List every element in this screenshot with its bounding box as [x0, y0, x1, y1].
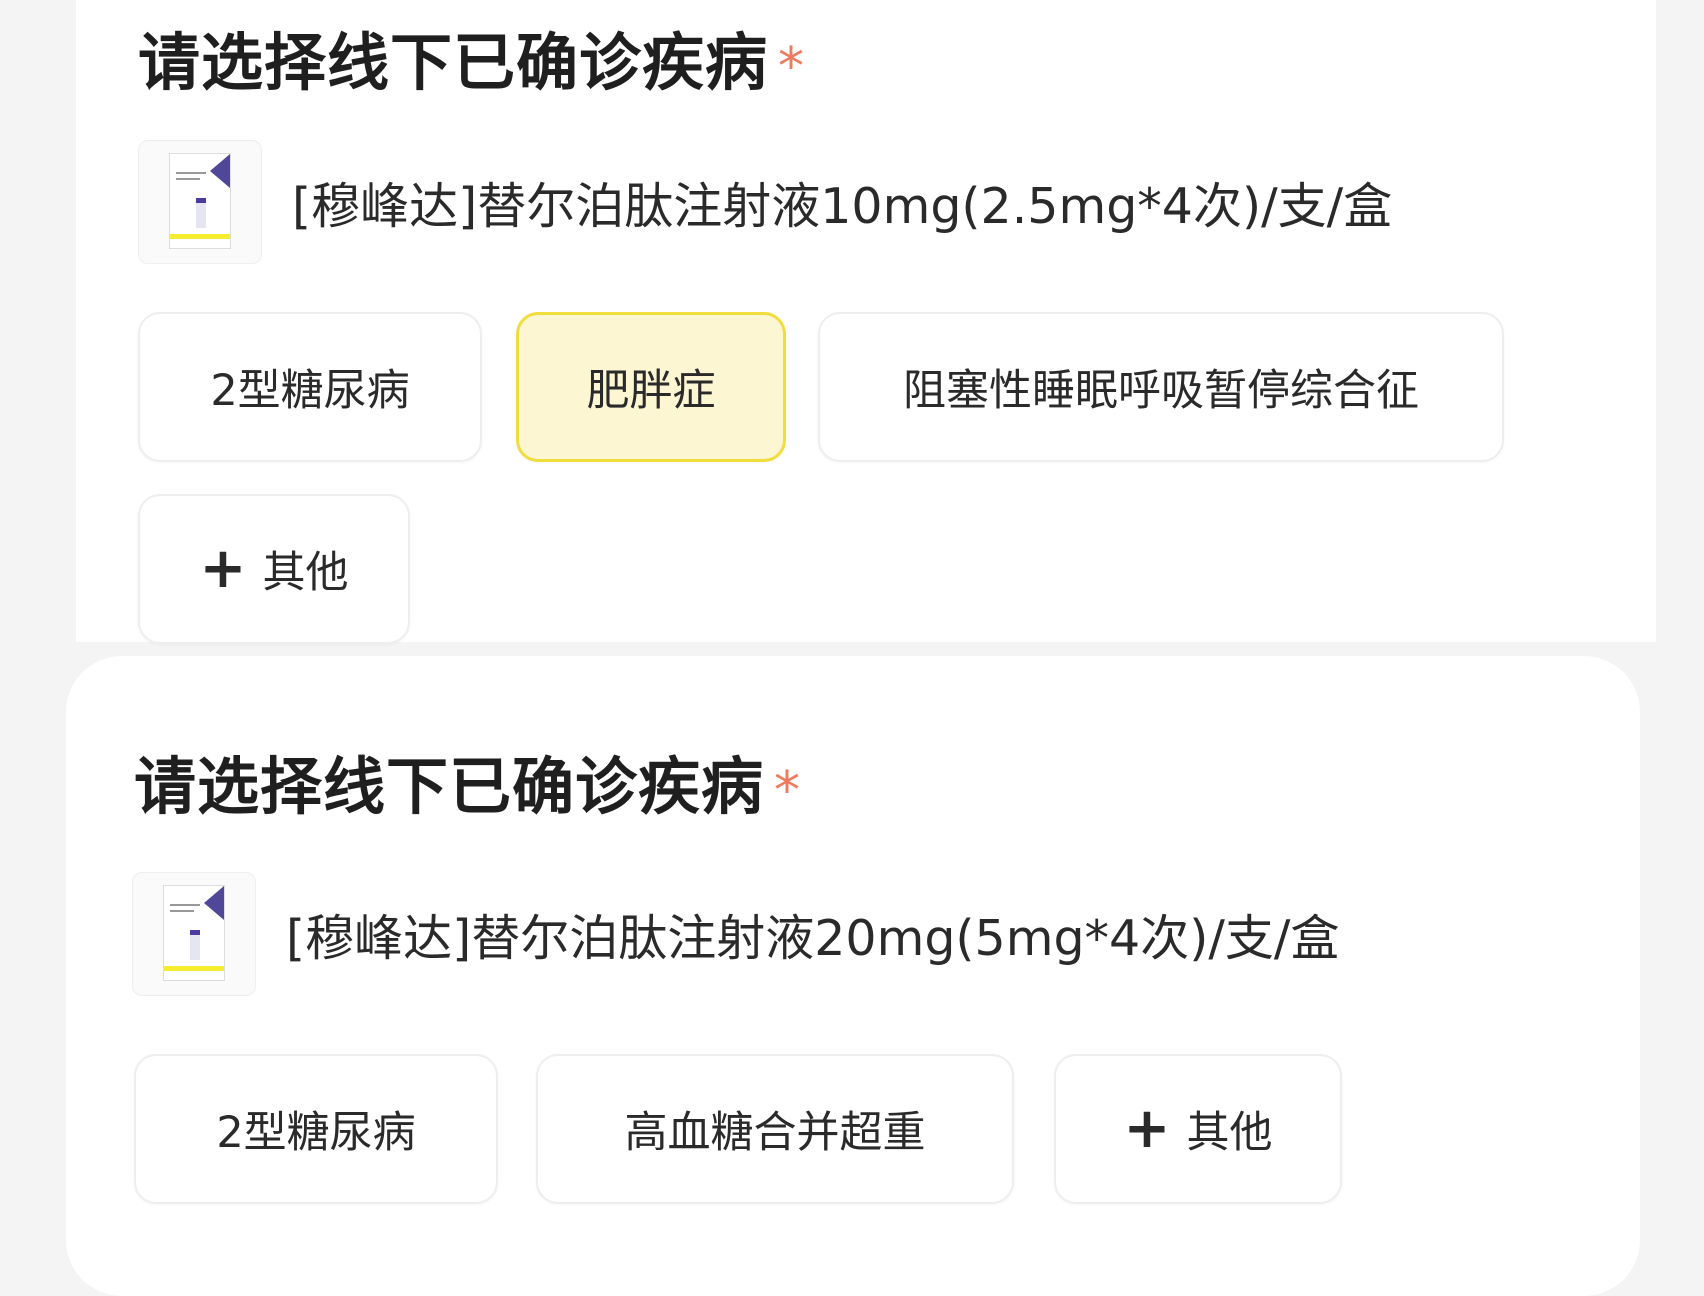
option-label: 肥胖症	[586, 366, 716, 416]
plus-icon: +	[199, 536, 247, 601]
option-other-button[interactable]: + 其他	[1054, 1054, 1342, 1204]
option-other-button[interactable]: + 其他	[138, 494, 410, 644]
option-hyperglycemia-overweight[interactable]: 高血糖合并超重	[536, 1054, 1014, 1204]
product-row: [穆峰达]替尔泊肽注射液10mg(2.5mg*4次)/支/盒	[138, 140, 1392, 264]
disease-card-20mg: 请选择线下已确诊疾病 * [穆峰达]替尔泊肽注射液20mg(5mg*4次)/支/盒…	[66, 656, 1640, 1296]
section-title: 请选择线下已确诊疾病 *	[134, 736, 801, 826]
option-obesity[interactable]: 肥胖症	[516, 312, 786, 462]
option-label: 其他	[262, 548, 349, 598]
option-label: 2型糖尿病	[210, 366, 410, 416]
disease-card-10mg: 请选择线下已确诊疾病 * [穆峰达]替尔泊肽注射液10mg(2.5mg*4次)/支…	[76, 0, 1656, 644]
product-thumbnail	[132, 872, 256, 996]
required-star-icon: *	[774, 760, 802, 821]
option-label: 阻塞性睡眠呼吸暂停综合征	[903, 366, 1419, 416]
plus-icon: +	[1123, 1096, 1171, 1161]
section-title: 请选择线下已确诊疾病 *	[138, 12, 805, 102]
section-title-text: 请选择线下已确诊疾病	[138, 26, 769, 99]
product-box-image	[163, 885, 225, 981]
option-type2-diabetes[interactable]: 2型糖尿病	[138, 312, 482, 462]
option-type2-diabetes[interactable]: 2型糖尿病	[134, 1054, 498, 1204]
option-label: 其他	[1186, 1108, 1273, 1158]
product-name: [穆峰达]替尔泊肽注射液10mg(2.5mg*4次)/支/盒	[292, 177, 1393, 235]
product-row: [穆峰达]替尔泊肽注射液20mg(5mg*4次)/支/盒	[132, 872, 1339, 996]
product-box-image	[169, 153, 231, 249]
option-label: 高血糖合并超重	[624, 1108, 926, 1158]
required-star-icon: *	[778, 36, 806, 97]
section-title-text: 请选择线下已确诊疾病	[134, 750, 765, 823]
option-label: 2型糖尿病	[216, 1108, 416, 1158]
product-thumbnail	[138, 140, 262, 264]
option-sleep-apnea[interactable]: 阻塞性睡眠呼吸暂停综合征	[818, 312, 1504, 462]
product-name: [穆峰达]替尔泊肽注射液20mg(5mg*4次)/支/盒	[286, 909, 1340, 967]
